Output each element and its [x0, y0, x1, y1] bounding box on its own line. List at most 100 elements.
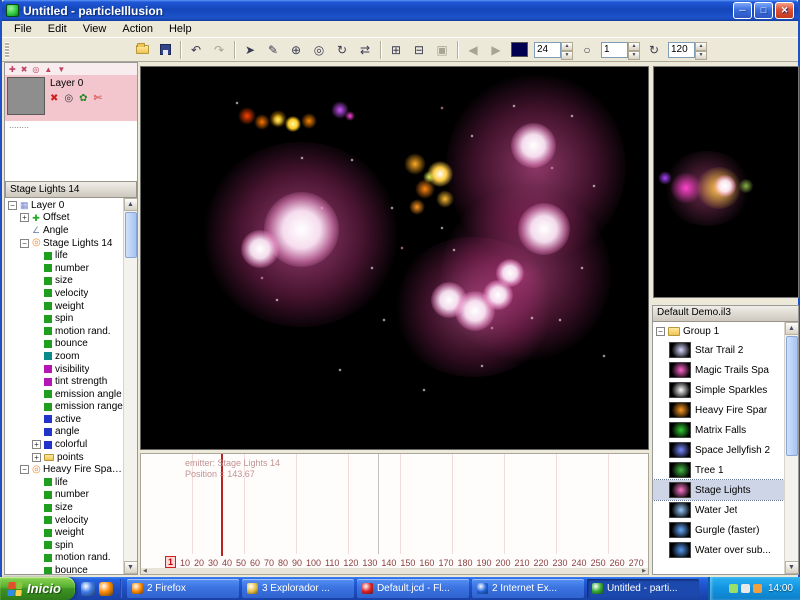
tree-expander-icon[interactable] — [20, 238, 29, 248]
frame-rate-input[interactable] — [534, 41, 561, 58]
save-button[interactable] — [154, 40, 176, 60]
library-scrollbar[interactable]: ▲ ▼ — [784, 322, 798, 574]
timeline-hscrollbar[interactable]: ◀ ▶ — [141, 568, 648, 574]
tree-item[interactable]: weight — [5, 300, 123, 313]
library-item[interactable]: Space Jellyfish 2 — [653, 440, 784, 460]
tree-item[interactable]: spin — [5, 539, 123, 552]
tree-item[interactable]: Angle — [5, 224, 123, 237]
layer-toolbar-icon[interactable]: ✖ — [21, 65, 28, 74]
tree-item[interactable]: size — [5, 275, 123, 288]
tree-item[interactable]: visibility — [5, 363, 123, 376]
layer-effect-icon[interactable]: ✿ — [79, 93, 87, 104]
tree-item[interactable]: points — [5, 451, 123, 464]
layer-strip[interactable]: Layer 0 ✖ ◎ ✿ ✄ — [5, 75, 137, 121]
tree-item[interactable]: number — [5, 262, 123, 275]
tree-expander-icon[interactable] — [32, 440, 41, 450]
tree-item[interactable]: active — [5, 413, 123, 426]
quick-launch-icon[interactable] — [80, 581, 95, 596]
scroll-thumb[interactable] — [124, 212, 137, 258]
library-item[interactable]: Water Jet — [653, 500, 784, 520]
zoom-out-button[interactable]: ⊟ — [408, 40, 430, 60]
frame-rate-spinner[interactable]: ▲ ▼ — [561, 41, 573, 60]
add-emitter-button[interactable]: ⊕ — [285, 40, 307, 60]
scroll-thumb[interactable] — [785, 336, 798, 456]
layer-toolbar-icon[interactable]: ▲ — [44, 65, 52, 74]
target-tool-button[interactable]: ◎ — [308, 40, 330, 60]
tree-expander-icon[interactable] — [20, 465, 29, 475]
library-group[interactable]: Group 1 — [653, 322, 784, 340]
preview-stage[interactable] — [140, 66, 649, 450]
tree-item[interactable]: bounce — [5, 338, 123, 351]
library-item[interactable]: Magic Trails Spa — [653, 360, 784, 380]
group-expander-icon[interactable] — [656, 326, 665, 336]
scroll-up-button[interactable]: ▲ — [123, 198, 137, 211]
tree-expander-icon[interactable] — [32, 452, 41, 462]
menu-item[interactable]: File — [6, 22, 40, 36]
library-item[interactable]: Gurgle (faster) — [653, 520, 784, 540]
tree-item[interactable]: tint strength — [5, 375, 123, 388]
close-button[interactable]: ✕ — [775, 2, 794, 19]
tree-item[interactable]: velocity — [5, 514, 123, 527]
layer-toolbar-icon[interactable]: ▼ — [57, 65, 65, 74]
spin-up-icon[interactable]: ▲ — [695, 41, 707, 51]
tree-item[interactable]: life — [5, 249, 123, 262]
undo-button[interactable]: ↶ — [185, 40, 207, 60]
tree-item[interactable]: zoom — [5, 350, 123, 363]
layer-toolbar-icon[interactable]: ✚ — [9, 65, 16, 74]
menu-item[interactable]: Help — [161, 22, 200, 36]
tray-icon[interactable] — [752, 584, 762, 593]
library-item[interactable]: Tree 1 — [653, 460, 784, 480]
scroll-down-button[interactable]: ▼ — [784, 561, 798, 574]
library-item[interactable]: Matrix Falls — [653, 420, 784, 440]
quick-launch-icon[interactable] — [98, 581, 113, 596]
tray-icon[interactable] — [728, 584, 738, 593]
start-button[interactable]: Inicio — [0, 577, 75, 600]
layer-thumbnail[interactable] — [7, 77, 45, 115]
spin-up-icon[interactable]: ▲ — [561, 41, 573, 51]
menu-item[interactable]: Edit — [40, 22, 75, 36]
tree-item[interactable]: Offset — [5, 212, 123, 225]
redo-button[interactable]: ↷ — [208, 40, 230, 60]
circle-button[interactable]: ○ — [576, 40, 598, 60]
titlebar[interactable]: Untitled - particleIllusion ─ □ ✕ — [2, 0, 798, 21]
spin-down-icon[interactable]: ▼ — [628, 50, 640, 60]
tree-item[interactable]: motion rand. — [5, 325, 123, 338]
end-frame-spinner[interactable]: ▲ ▼ — [695, 41, 707, 60]
menu-item[interactable]: View — [75, 22, 115, 36]
current-frame-input[interactable] — [601, 41, 628, 58]
spin-up-icon[interactable]: ▲ — [628, 41, 640, 51]
timeline-panel[interactable]: emitter: Stage Lights 14 Position = 143.… — [140, 453, 649, 575]
delete-layer-icon[interactable]: ✖ — [50, 93, 58, 104]
toolbar-gripper-icon[interactable] — [5, 41, 9, 58]
prev-frame-button[interactable]: ◀ — [462, 40, 484, 60]
tree-item[interactable]: spin — [5, 312, 123, 325]
open-library-button[interactable] — [131, 40, 153, 60]
taskbar-task[interactable]: Default.jcd - Fl... — [356, 579, 469, 598]
loop-button[interactable]: ↻ — [643, 40, 665, 60]
zoom-in-button[interactable]: ⊞ — [385, 40, 407, 60]
minimize-button[interactable]: ─ — [733, 2, 752, 19]
taskbar-task[interactable]: 2 Internet Ex... — [471, 579, 584, 598]
tree-expander-icon[interactable] — [8, 200, 17, 210]
scroll-up-button[interactable]: ▲ — [784, 322, 798, 335]
tree-expander-icon[interactable] — [20, 213, 29, 223]
current-frame-spinner[interactable]: ▲ ▼ — [628, 41, 640, 60]
play-button[interactable]: ▶ — [485, 40, 507, 60]
scroll-left-button[interactable]: ◀ — [141, 568, 149, 574]
spin-down-icon[interactable]: ▼ — [695, 50, 707, 60]
draw-tool-button[interactable]: ✎ — [262, 40, 284, 60]
zoom-fit-button[interactable]: ▣ — [431, 40, 453, 60]
tree-item[interactable]: Layer 0 — [5, 199, 123, 212]
maximize-button[interactable]: □ — [754, 2, 773, 19]
library-item[interactable]: Water over sub... — [653, 540, 784, 560]
select-tool-button[interactable]: ➤ — [239, 40, 261, 60]
library-item[interactable]: Heavy Fire Spar — [653, 400, 784, 420]
tree-item[interactable]: Stage Lights 14 — [5, 237, 123, 250]
tree-item[interactable]: emission range — [5, 401, 123, 414]
tree-item[interactable]: Heavy Fire Sparkle — [5, 463, 123, 476]
library-item[interactable]: Simple Sparkles — [653, 380, 784, 400]
library-item[interactable]: Star Trail 2 — [653, 340, 784, 360]
background-color-swatch[interactable] — [511, 42, 528, 57]
tray-icon[interactable] — [740, 584, 750, 593]
tree-item[interactable]: size — [5, 501, 123, 514]
